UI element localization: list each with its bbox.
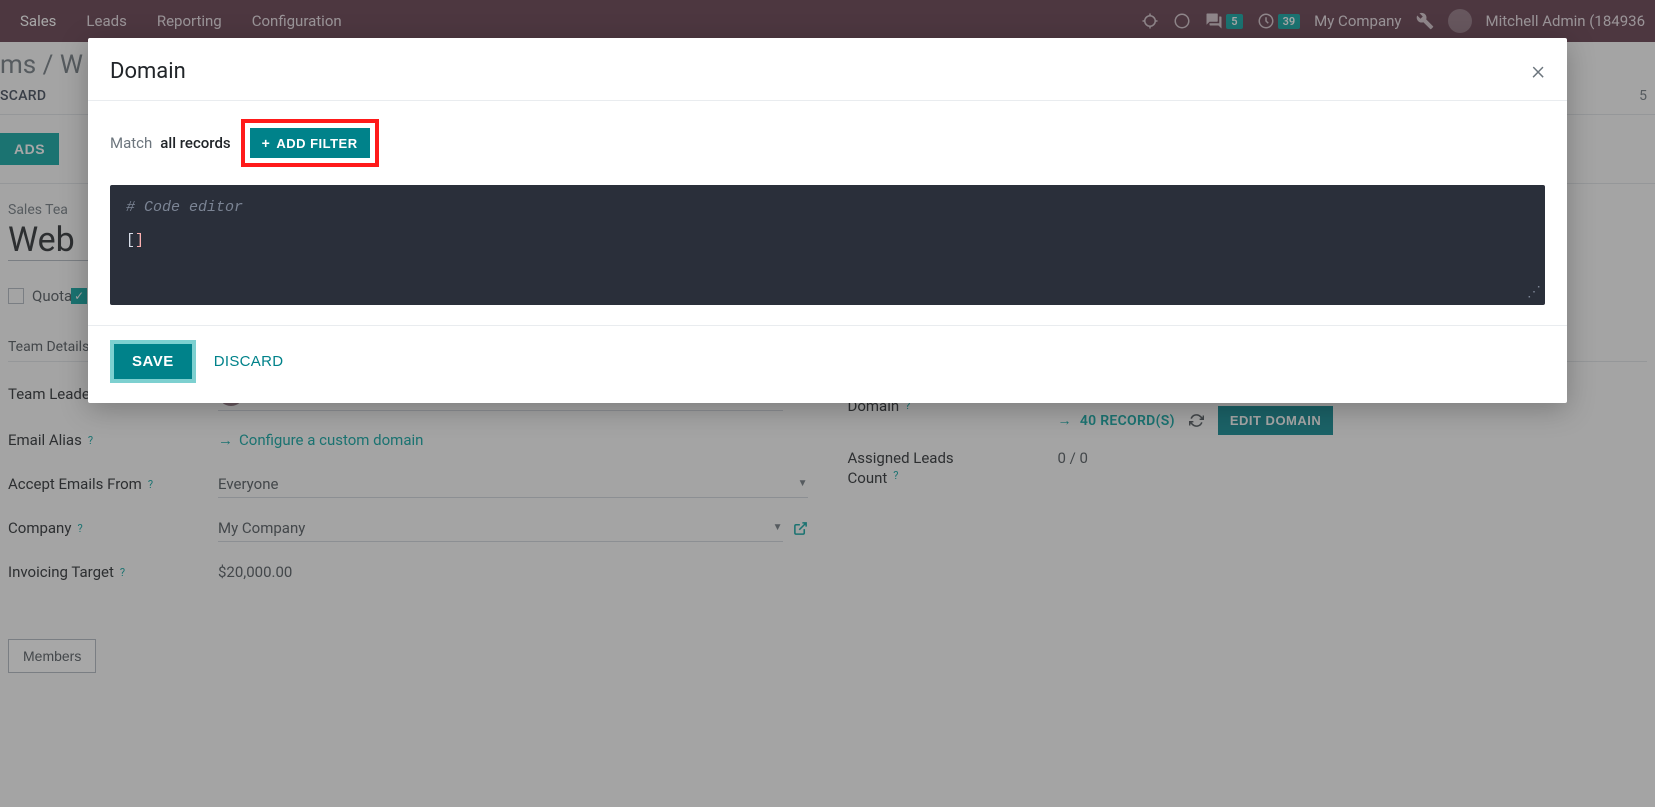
modal-header: Domain × [88,38,1567,100]
match-what: all records [160,134,230,152]
modal-footer: SAVE DISCARD [88,325,1567,403]
code-comment: # Code editor [126,199,1529,216]
close-icon[interactable]: × [1531,56,1545,86]
domain-modal: Domain × Match all records + ADD FILTER … [88,38,1567,403]
match-row: Match all records + ADD FILTER [110,119,1545,167]
modal-title: Domain [110,59,186,84]
save-button[interactable]: SAVE [110,340,196,383]
match-prefix: Match [110,134,152,152]
code-editor[interactable]: # Code editor [] ⋰ [110,185,1545,305]
code-close-bracket: ] [135,232,144,249]
resize-handle-icon[interactable]: ⋰ [1527,284,1541,301]
modal-body: Match all records + ADD FILTER # Code ed… [88,101,1567,325]
code-open-bracket: [ [126,232,135,249]
discard-button[interactable]: DISCARD [214,353,284,370]
modal-overlay[interactable]: Domain × Match all records + ADD FILTER … [0,0,1655,807]
add-filter-label: ADD FILTER [276,136,357,151]
plus-icon: + [262,135,271,151]
add-filter-button[interactable]: + ADD FILTER [250,128,370,158]
add-filter-highlight: + ADD FILTER [241,119,379,167]
